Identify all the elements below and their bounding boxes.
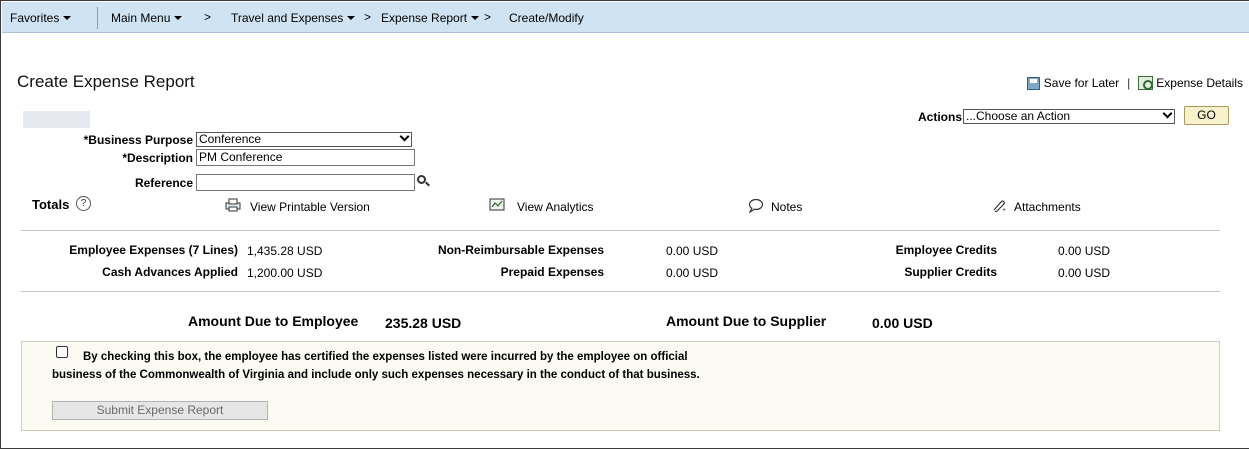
svg-text:+: + <box>1002 207 1006 213</box>
analytics-icon[interactable] <box>489 198 505 212</box>
reference-label: Reference <box>134 176 193 190</box>
attachment-icon[interactable]: + <box>991 198 1007 213</box>
employee-credits-value: 0.00 USD <box>1058 244 1111 258</box>
main-menu-label: Main Menu <box>111 11 171 25</box>
page-title: Create Expense Report <box>17 72 195 91</box>
expense-details-link[interactable]: Expense Details <box>1156 76 1243 90</box>
amount-due-supplier-label: Amount Due to Supplier <box>666 313 827 329</box>
caret-down-icon <box>471 15 480 20</box>
actions-label: Actions <box>918 110 963 124</box>
description-label: *Description <box>122 151 193 165</box>
top-nav-bar: Favorites Main Menu > Travel and Expense… <box>2 2 1249 33</box>
view-printable-link[interactable]: View Printable Version <box>250 200 370 214</box>
reference-field[interactable] <box>196 174 415 191</box>
save-for-later-link[interactable]: Save for Later <box>1044 76 1119 90</box>
amount-due-employee-label: Amount Due to Employee <box>188 313 359 329</box>
breadcrumb-expense-report[interactable]: Expense Report <box>381 11 480 25</box>
breadcrumb-create-modify[interactable]: Create/Modify <box>509 11 584 25</box>
nav-divider <box>97 7 98 29</box>
non-reimbursable-label: Non-Reimbursable Expenses <box>437 243 604 257</box>
caret-down-icon <box>347 15 356 20</box>
breadcrumb-travel-expenses[interactable]: Travel and Expenses <box>231 11 356 25</box>
supplier-credits-label: Supplier Credits <box>904 265 997 279</box>
link-separator: | <box>1127 76 1131 90</box>
favorites-label: Favorites <box>10 11 60 25</box>
business-purpose-select[interactable]: Conference <box>196 131 412 147</box>
actions-select[interactable]: ...Choose an Action <box>963 108 1175 124</box>
save-icon[interactable] <box>1026 76 1040 90</box>
employee-credits-label: Employee Credits <box>895 243 997 257</box>
chevron-down-icon <box>399 131 410 142</box>
page-frame: Favorites Main Menu > Travel and Expense… <box>0 0 1249 449</box>
breadcrumb-label: Expense Report <box>381 11 468 25</box>
main-menu[interactable]: Main Menu <box>111 11 183 25</box>
expense-details-icon[interactable] <box>1138 76 1154 90</box>
amount-due-employee-value: 235.28 USD <box>385 315 462 331</box>
cash-advances-label: Cash Advances Applied <box>102 265 238 279</box>
caret-down-icon <box>174 15 183 20</box>
favorites-menu[interactable]: Favorites <box>10 11 72 25</box>
divider-bottom <box>21 291 1220 292</box>
breadcrumb-label: Travel and Expenses <box>231 11 344 25</box>
prepaid-value: 0.00 USD <box>666 266 719 280</box>
go-button[interactable]: GO <box>1184 106 1229 125</box>
view-analytics-link[interactable]: View Analytics <box>517 200 593 214</box>
breadcrumb-chevron-icon: > <box>364 10 372 24</box>
certification-text: By checking this box, the employee has c… <box>52 351 700 381</box>
divider-top <box>21 230 1220 231</box>
top-links: Save for Later | Expense Details <box>1026 76 1243 90</box>
breadcrumb-chevron-icon: > <box>204 10 212 24</box>
business-purpose-label: *Business Purpose <box>83 133 193 147</box>
business-purpose-value: Conference <box>199 132 262 146</box>
help-icon[interactable]: ? <box>76 196 91 211</box>
chevron-down-icon <box>1162 108 1173 119</box>
handle-shape <box>425 181 430 187</box>
certification-panel: By checking this box, the employee has c… <box>21 341 1220 431</box>
description-field[interactable]: PM Conference <box>196 149 415 166</box>
caret-down-icon <box>63 15 72 20</box>
notes-icon[interactable] <box>748 198 764 213</box>
cash-advances-value: 1,200.00 USD <box>247 266 323 280</box>
totals-label: Totals <box>32 197 70 212</box>
prepaid-label: Prepaid Expenses <box>500 265 604 279</box>
amount-due-supplier-value: 0.00 USD <box>872 315 933 331</box>
employee-expenses-label: Employee Expenses (7 Lines) <box>69 243 238 257</box>
employee-expenses-value: 1,435.28 USD <box>247 244 323 258</box>
notes-link[interactable]: Notes <box>771 200 802 214</box>
breadcrumb-chevron-icon: > <box>484 10 492 24</box>
printer-icon[interactable] <box>225 198 241 212</box>
employee-name-placeholder <box>23 111 90 128</box>
attachments-link[interactable]: Attachments <box>1014 200 1081 214</box>
submit-expense-report-button[interactable]: Submit Expense Report <box>52 401 268 420</box>
non-reimbursable-value: 0.00 USD <box>666 244 719 258</box>
lookup-search-icon[interactable] <box>417 175 430 187</box>
supplier-credits-value: 0.00 USD <box>1058 266 1111 280</box>
actions-value: ...Choose an Action <box>966 109 1071 123</box>
